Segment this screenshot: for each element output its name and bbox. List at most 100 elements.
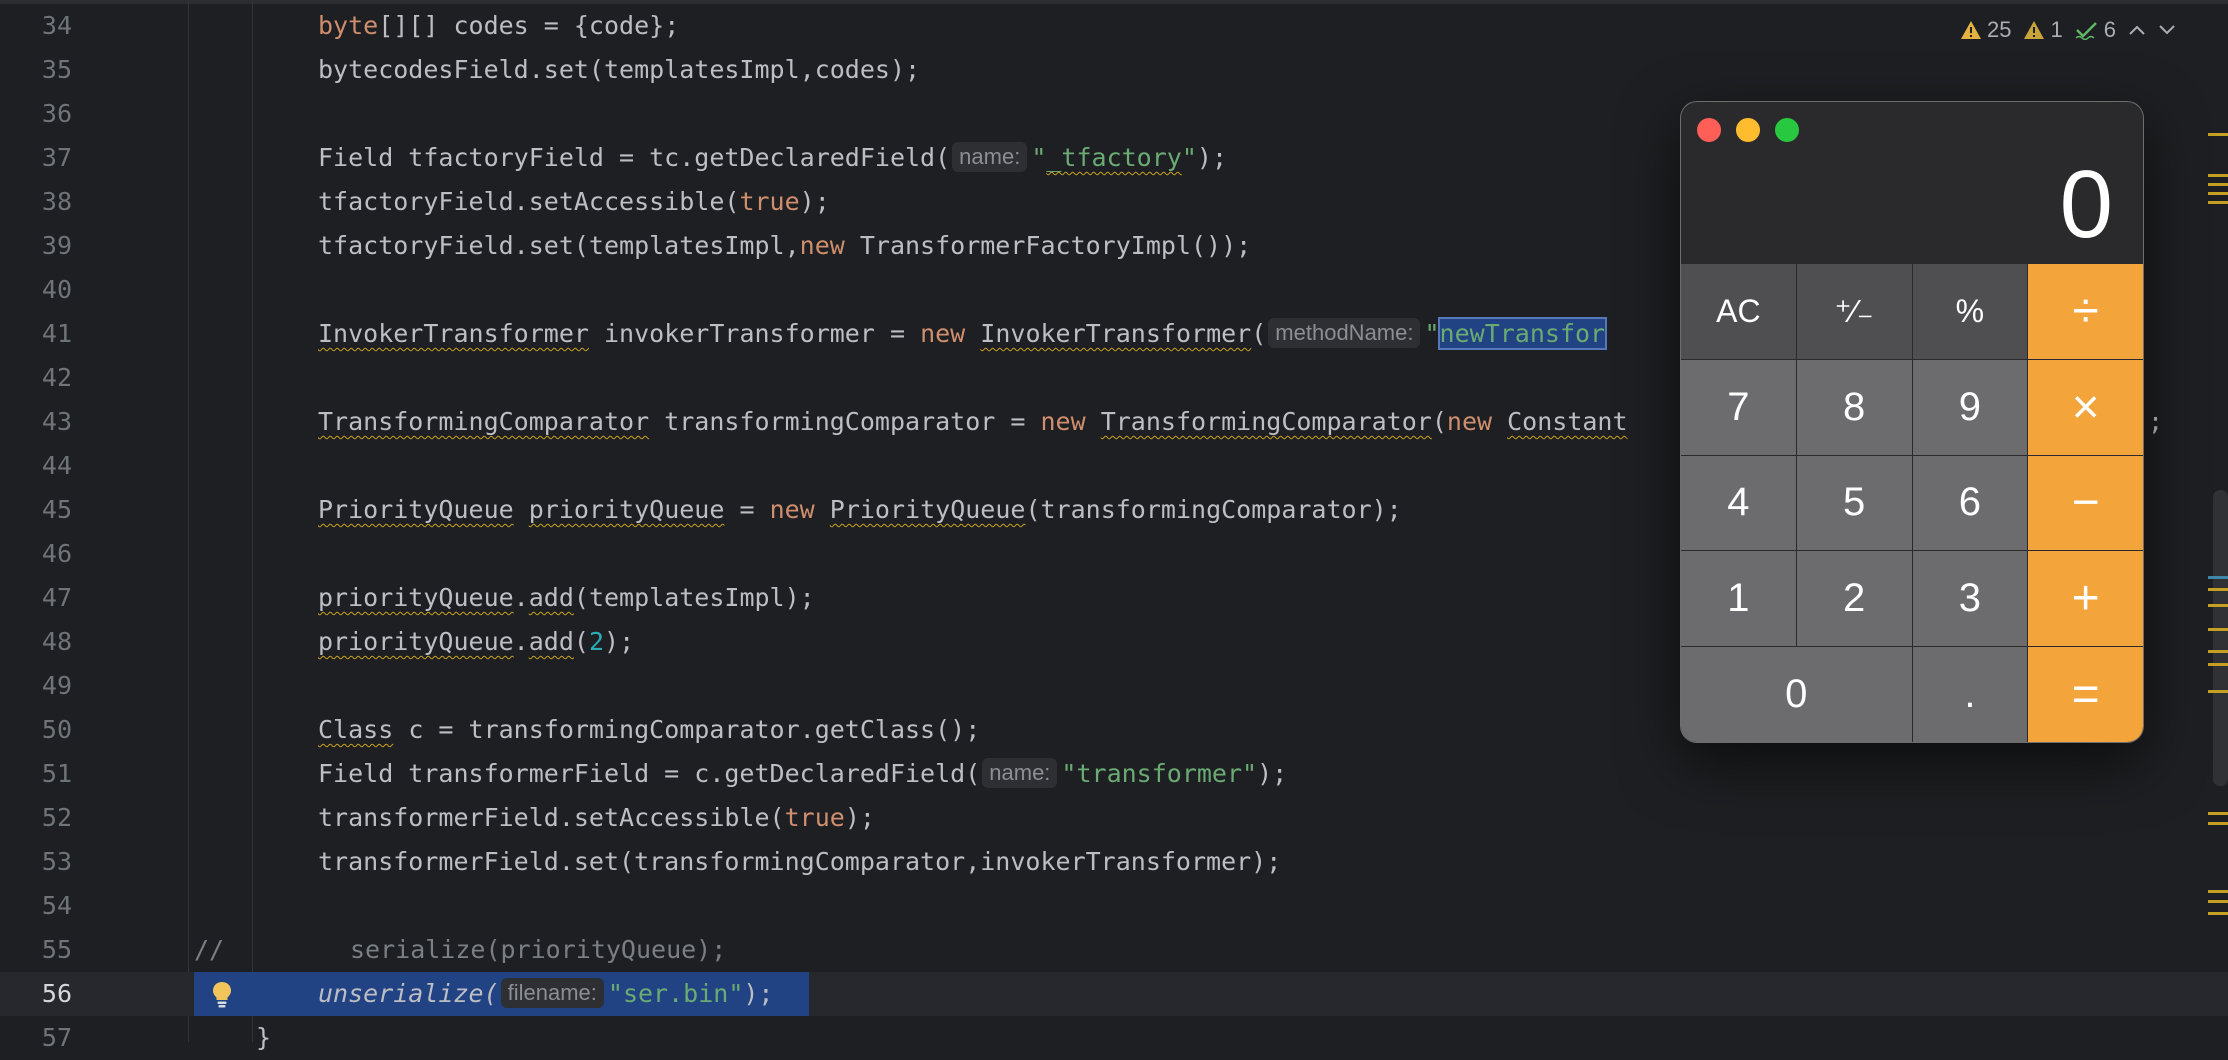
line-code: priorityQueue.add(templatesImpl);: [318, 583, 815, 612]
minimize-window-button[interactable]: [1736, 118, 1760, 142]
vertical-scrollbar[interactable]: [2213, 490, 2228, 786]
line-number: 49: [41, 671, 72, 700]
divide-button[interactable]: ÷: [2028, 264, 2143, 359]
selection-stripe-mark[interactable]: [2208, 576, 2228, 579]
digit-6-button[interactable]: 6: [1912, 455, 2028, 551]
percent-button[interactable]: %: [1912, 264, 2028, 359]
warnings-counter[interactable]: 25: [1960, 17, 2011, 43]
typo-check-icon: [2075, 22, 2097, 40]
line-number: 38: [41, 187, 72, 216]
error-stripe-mark[interactable]: [2208, 133, 2228, 136]
decimal-button[interactable]: .: [1912, 647, 2028, 742]
line-number: 37: [41, 143, 72, 172]
digit-3-button[interactable]: 3: [1912, 551, 2028, 647]
line-number: 45: [41, 495, 72, 524]
inspection-widget[interactable]: 25 1 6: [1960, 12, 2176, 48]
line-code: Field tfactoryField = tc.getDeclaredFiel…: [318, 142, 1228, 172]
zoom-window-button[interactable]: [1775, 118, 1799, 142]
typos-counter[interactable]: 6: [2075, 17, 2116, 43]
line-number: 40: [41, 275, 72, 304]
line-number: 48: [41, 627, 72, 656]
sign-toggle-button[interactable]: ⁺∕₋: [1796, 264, 1912, 359]
weak-warnings-counter[interactable]: 1: [2023, 17, 2063, 43]
calculator-window[interactable]: 0 AC ⁺∕₋% ÷ 7 8 9 × 4 5 6− 1 2 3 +0. =: [1681, 102, 2143, 742]
calculator-keypad: AC ⁺∕₋% ÷ 7 8 9 × 4 5 6− 1 2 3 +0. =: [1681, 264, 2143, 742]
line-number: 57: [41, 1023, 72, 1052]
line-number: 46: [41, 539, 72, 568]
line-code: tfactoryField.setAccessible(true);: [318, 187, 830, 216]
digit-4-button[interactable]: 4: [1681, 455, 1796, 551]
code-line[interactable]: 51 Field transformerField = c.getDeclare…: [0, 752, 2228, 796]
line-number: 50: [41, 715, 72, 744]
line-number: 55: [41, 935, 72, 964]
error-stripe-mark[interactable]: [2208, 183, 2228, 186]
chevron-down-icon: [2159, 25, 2175, 35]
chevron-up-icon: [2129, 25, 2145, 35]
add-button[interactable]: +: [2028, 551, 2143, 647]
line-number: 34: [41, 11, 72, 40]
code-line[interactable]: 54: [0, 884, 2228, 928]
warning-icon: [1961, 21, 1981, 39]
line-code: Field transformerField = c.getDeclaredFi…: [318, 758, 1288, 788]
code-line[interactable]: 52 transformerField.setAccessible(true);: [0, 796, 2228, 840]
parameter-hint: methodName:: [1268, 318, 1421, 348]
line-code: serialize(priorityQueue);: [350, 935, 727, 964]
error-stripe-mark[interactable]: [2208, 192, 2228, 195]
error-stripe-mark[interactable]: [2208, 201, 2228, 204]
calculator-display: 0: [2059, 151, 2113, 258]
line-code: transformerField.setAccessible(true);: [318, 803, 875, 832]
previous-highlight-button[interactable]: [2128, 24, 2146, 36]
comment-marker: //: [194, 935, 225, 964]
line-code: TransformingComparator transformingCompa…: [318, 407, 1628, 436]
error-stripe-mark[interactable]: [2208, 822, 2228, 825]
line-number: 41: [41, 319, 72, 348]
line-code: }: [256, 1023, 272, 1052]
error-stripe-mark[interactable]: [2208, 663, 2228, 666]
code-line[interactable]: 55 // serialize(priorityQueue);: [0, 928, 2228, 972]
error-stripe-mark[interactable]: [2208, 628, 2228, 631]
error-stripe-mark[interactable]: [2208, 900, 2228, 903]
line-code: InvokerTransformer invokerTransformer = …: [318, 317, 1608, 350]
code-line[interactable]: 57 }: [0, 1016, 2228, 1060]
weak-warning-icon: [2024, 21, 2045, 39]
error-stripe-mark[interactable]: [2208, 690, 2228, 693]
line-number: 35: [41, 55, 72, 84]
line-number: 43: [41, 407, 72, 436]
line-number: 42: [41, 363, 72, 392]
line-number: 53: [41, 847, 72, 876]
parameter-hint: name:: [982, 758, 1058, 788]
line-number: 39: [41, 231, 72, 260]
parameter-hint: name:: [952, 142, 1028, 172]
line-number: 47: [41, 583, 72, 612]
line-code: priorityQueue.add(2);: [318, 627, 635, 656]
line-code: unserialize(filename: "ser.bin");: [318, 978, 774, 1008]
code-line[interactable]: 34 byte[][] codes = {code};: [0, 4, 2228, 48]
next-highlight-button[interactable]: [2158, 24, 2176, 36]
equals-button[interactable]: =: [2028, 647, 2143, 742]
digit-5-button[interactable]: 5: [1796, 455, 1912, 551]
multiply-button[interactable]: ×: [2028, 359, 2143, 455]
close-window-button[interactable]: [1697, 118, 1721, 142]
line-code: Class c = transformingComparator.getClas…: [318, 715, 981, 744]
error-stripe-mark[interactable]: [2208, 588, 2228, 591]
subtract-button[interactable]: −: [2028, 455, 2143, 551]
digit-7-button[interactable]: 7: [1681, 359, 1796, 455]
line-number: 51: [41, 759, 72, 788]
error-stripe-mark[interactable]: [2208, 812, 2228, 815]
digit-9-button[interactable]: 9: [1912, 359, 2028, 455]
digit-0-button[interactable]: 0: [1681, 647, 1912, 742]
code-line-content: unserialize(filename: "ser.bin");: [0, 972, 2228, 1016]
code-line[interactable]: 53 transformerField.set(transformingComp…: [0, 840, 2228, 884]
digit-8-button[interactable]: 8: [1796, 359, 1912, 455]
error-stripe-mark[interactable]: [2208, 174, 2228, 177]
digit-1-button[interactable]: 1: [1681, 551, 1796, 647]
error-stripe-mark[interactable]: [2208, 604, 2228, 607]
error-stripe-mark[interactable]: [2208, 912, 2228, 915]
line-number: 44: [41, 451, 72, 480]
digit-2-button[interactable]: 2: [1796, 551, 1912, 647]
code-line[interactable]: 35 bytecodesField.set(templatesImpl,code…: [0, 48, 2228, 92]
all-clear-button[interactable]: AC: [1681, 264, 1796, 359]
line-code: byte[][] codes = {code};: [318, 11, 680, 40]
error-stripe-mark[interactable]: [2208, 650, 2228, 653]
error-stripe-mark[interactable]: [2208, 890, 2228, 893]
